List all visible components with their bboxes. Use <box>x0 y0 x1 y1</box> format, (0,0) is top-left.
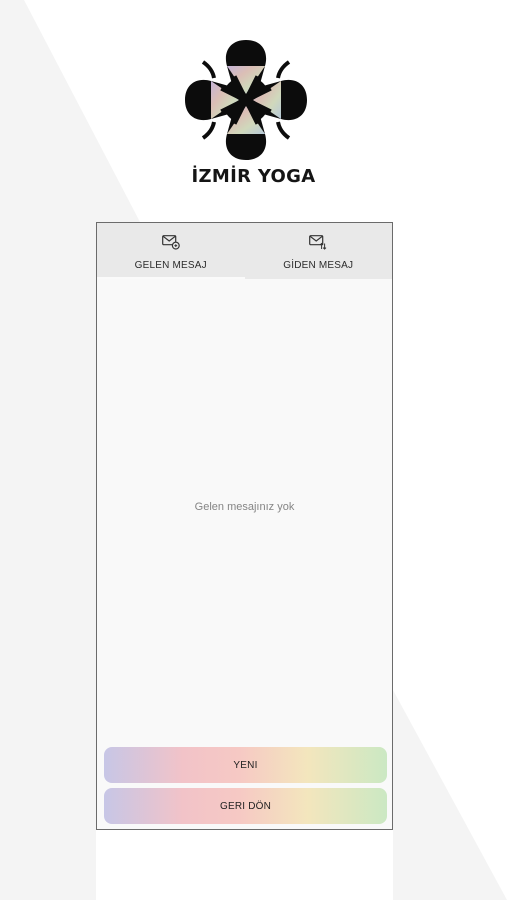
mail-outbox-icon <box>309 235 327 250</box>
yoga-lotus-logo-icon <box>185 40 307 160</box>
tab-incoming[interactable]: GELEN MESAJ <box>97 223 245 279</box>
brand-title: İZMİR YOGA <box>191 166 316 187</box>
message-tabs: GELEN MESAJ GİDEN MESAJ <box>97 223 392 279</box>
tab-outgoing-label: GİDEN MESAJ <box>283 260 354 271</box>
back-button[interactable]: GERI DÖN <box>104 788 387 824</box>
mail-inbox-icon <box>161 235 180 250</box>
messages-panel: GELEN MESAJ GİDEN MESAJ Gelen mesajınız … <box>96 222 393 830</box>
new-message-button[interactable]: YENI <box>104 747 387 783</box>
tab-incoming-label: GELEN MESAJ <box>134 260 207 271</box>
empty-messages-text: Gelen mesajınız yok <box>194 501 295 513</box>
tab-outgoing[interactable]: GİDEN MESAJ <box>245 223 393 279</box>
